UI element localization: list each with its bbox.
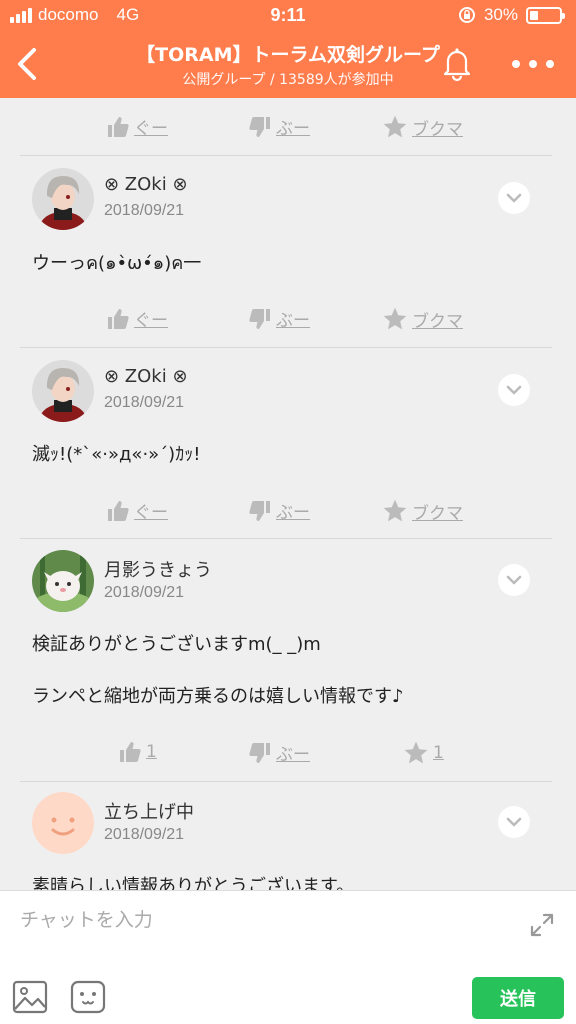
thumbs-up-icon [108,308,129,329]
stamp-face-icon[interactable] [70,979,106,1015]
divider [20,538,552,539]
chevron-down-icon [506,817,522,827]
battery-icon [526,6,565,24]
avatar[interactable] [32,168,94,230]
thumbs-down-icon [249,742,270,763]
avatar[interactable] [32,550,94,612]
group-subtitle: 公開グループ / 13589人が参加中 [182,72,394,88]
app-header: docomo 4G 9:11 30% 【TORAM】トーラム双剣グループ 公開グ… [0,0,576,98]
rotation-lock-icon [458,7,475,23]
dislike-button[interactable]: ぶー [248,306,310,331]
chevron-down-icon [506,575,522,585]
smiley-face-avatar [32,792,94,854]
avatar[interactable] [32,792,94,854]
post-feed[interactable]: ぐー ぶー ブクマ ⊗ ZOki ⊗ 2018/09/21 ウーっค(๑•̀ω•… [0,98,576,890]
fluffy-creature-avatar [32,550,94,612]
send-button[interactable]: 送信 [472,977,564,1019]
post-date: 2018/09/21 [104,202,185,219]
group-title-area[interactable]: 【TORAM】トーラム双剣グループ 公開グループ / 13589人が参加中 [90,40,486,89]
expand-icon[interactable] [528,911,556,939]
back-chevron-icon[interactable] [10,44,46,84]
bookmark-label: ブクマ [412,503,463,524]
star-icon [383,115,407,138]
post-menu-button[interactable] [498,806,530,838]
post-menu-button[interactable] [498,182,530,214]
post-text: ウーっค(๑•̀ω•́๑)ค一 [32,253,202,274]
thumbs-down-icon [249,308,270,329]
post-actions: 1 ぶー 1 [0,732,576,772]
battery-fill [530,10,538,20]
post-header: ⊗ ZOki ⊗ 2018/09/21 [0,360,576,430]
post-text: 滅ｯ!(*`«·»д«·»´)ｶｯ! [32,444,201,465]
post-header: ⊗ ZOki ⊗ 2018/09/21 [0,168,576,238]
like-button[interactable]: 1 [118,740,157,764]
bookmark-button[interactable]: ブクマ [382,306,463,332]
chat-input[interactable] [20,905,500,935]
post-text: 検証ありがとうございますm(_ _)m [32,634,321,655]
more-menu-icon[interactable] [512,58,554,70]
like-label: ぐー [134,311,168,331]
post-header: 立ち上げ中 2018/09/21 [0,792,576,862]
divider [20,347,552,348]
post-text: ランペと縮地が両方乗るのは嬉しい情報です♪ [32,686,404,707]
post-menu-button[interactable] [498,564,530,596]
status-bar: docomo 4G 9:11 30% [0,0,576,32]
divider [20,781,552,782]
username[interactable]: ⊗ ZOki ⊗ [104,174,188,195]
image-icon[interactable] [12,979,48,1015]
star-icon [383,499,407,522]
like-count: 1 [146,742,157,762]
chat-input-bar: 送信 [0,890,576,1024]
username[interactable]: ⊗ ZOki ⊗ [104,366,188,387]
dislike-label: ぶー [276,311,310,331]
post-actions: ぐー ぶー ブクマ [0,490,576,530]
thumbs-up-icon [120,742,141,762]
bookmark-count: 1 [433,743,444,763]
thumbs-down-icon [249,500,270,521]
bell-icon[interactable] [438,44,476,82]
post-actions: ぐー ぶー ブクマ [0,298,576,338]
bookmark-label: ブクマ [412,119,463,140]
battery-percent: 30% [483,5,518,24]
star-icon [404,741,428,764]
post-header: 月影うきょう 2018/09/21 [0,550,576,620]
bookmark-button[interactable]: 1 [403,740,444,766]
dislike-label: ぶー [276,745,310,765]
username[interactable]: 月影うきょう [104,556,212,582]
thumbs-up-icon [108,500,129,521]
post-date: 2018/09/21 [104,394,185,411]
thumbs-up-icon [108,116,129,137]
bookmark-label: ブクマ [412,311,463,332]
post-date: 2018/09/21 [104,826,185,843]
like-button[interactable]: ぐー [106,306,168,331]
silver-hair-character-avatar [32,360,94,422]
post-menu-button[interactable] [498,374,530,406]
like-button[interactable]: ぐー [106,498,168,523]
bookmark-button[interactable]: ブクマ [382,498,463,524]
divider [20,155,552,156]
star-icon [383,307,407,330]
post-date: 2018/09/21 [104,584,185,601]
post-text: 素晴らしい情報ありがとうございます。 [32,876,355,890]
post-actions: ぐー ぶー ブクマ [0,106,576,146]
like-label: ぐー [134,503,168,523]
thumbs-down-icon [249,116,270,137]
chevron-down-icon [506,193,522,203]
silver-hair-character-avatar [32,168,94,230]
like-label: ぐー [134,119,168,139]
dislike-button[interactable]: ぶー [248,114,310,139]
dislike-button[interactable]: ぶー [248,498,310,523]
dislike-button[interactable]: ぶー [248,740,310,765]
dislike-label: ぶー [276,119,310,139]
bookmark-button[interactable]: ブクマ [382,114,463,140]
username[interactable]: 立ち上げ中 [104,798,194,824]
avatar[interactable] [32,360,94,422]
group-title: 【TORAM】トーラム双剣グループ [136,44,440,66]
dislike-label: ぶー [276,503,310,523]
chevron-down-icon [506,385,522,395]
like-button[interactable]: ぐー [106,114,168,139]
